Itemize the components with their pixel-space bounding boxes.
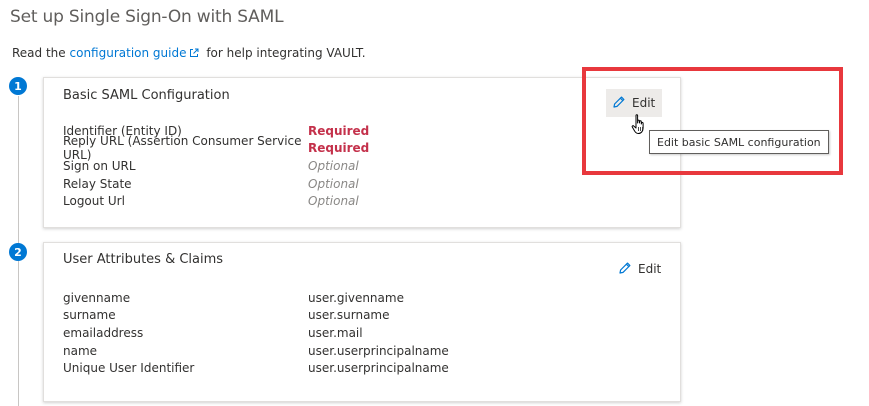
page-title: Set up Single Sign-On with SAML [10, 7, 284, 27]
row-value: user.surname [308, 308, 390, 323]
step-number-1: 1 [9, 77, 27, 95]
row-label: emailaddress [63, 325, 144, 340]
row-value: Required [308, 141, 370, 156]
row-label: Sign on URL [63, 158, 136, 173]
user-attributes-claims-card: User Attributes & Claims Edit givenname u… [43, 242, 681, 402]
highlight-box [582, 67, 843, 175]
card-title: Basic SAML Configuration [63, 88, 230, 103]
table-row: Logout Url Optional [63, 192, 369, 210]
hand-cursor-icon [630, 113, 650, 141]
table-row: emailaddress user.mail [63, 324, 449, 342]
row-label: Logout Url [63, 194, 125, 209]
pencil-icon [618, 261, 632, 278]
edit-user-attributes-button[interactable]: Edit [612, 259, 667, 279]
table-row: surname user.surname [63, 307, 449, 325]
row-value: user.givenname [308, 290, 404, 305]
table-row: Reply URL (Assertion Consumer Service UR… [63, 134, 370, 162]
row-label: Relay State [63, 176, 132, 191]
card-title: User Attributes & Claims [63, 252, 224, 267]
intro-suffix: for help integrating VAULT. [206, 46, 366, 60]
intro-text: Read the configuration guide for help in… [12, 46, 366, 61]
row-value: Optional [308, 176, 359, 191]
user-attributes-rows: givenname user.givenname surname user.surn… [63, 289, 449, 377]
table-row: givenname user.givenname [63, 289, 449, 307]
basic-saml-rows: Identifier (Entity ID) Required Reply URL… [63, 122, 369, 210]
row-value: user.userprincipalname [308, 343, 449, 358]
row-value: Optional [308, 158, 359, 173]
table-row: Unique User Identifier user.userprincipal… [63, 359, 449, 377]
table-row: name user.userprincipalname [63, 342, 449, 360]
intro-prefix: Read the [12, 46, 66, 60]
row-label: surname [63, 308, 116, 323]
external-link-icon[interactable] [189, 47, 199, 61]
row-label: name [63, 343, 98, 358]
configuration-guide-link[interactable]: configuration guide [70, 46, 187, 60]
table-row: Sign on URL Optional [63, 157, 369, 175]
row-value: user.userprincipalname [308, 361, 449, 376]
step-number-2: 2 [9, 243, 27, 261]
edit-label: Edit [638, 262, 662, 276]
row-value: Optional [308, 194, 359, 209]
row-label: givenname [63, 290, 131, 305]
row-label: Unique User Identifier [63, 361, 195, 376]
row-value: user.mail [308, 325, 363, 340]
table-row: Relay State Optional [63, 175, 369, 193]
row-value: Required [308, 123, 370, 138]
